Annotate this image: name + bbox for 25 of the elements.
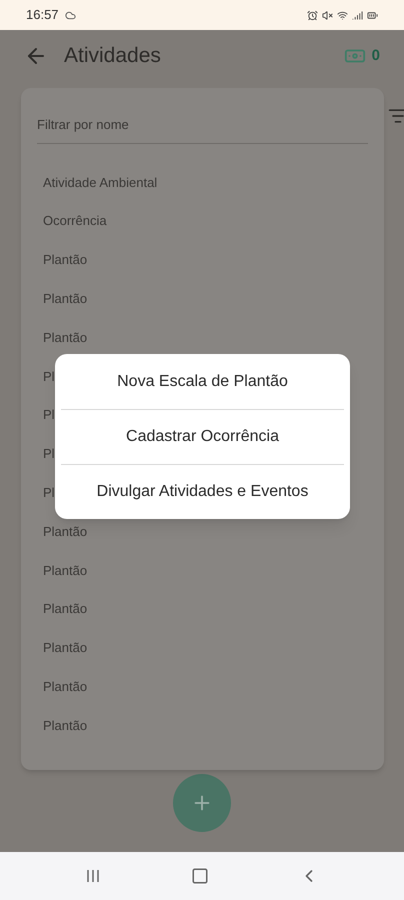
home-icon[interactable] [191, 867, 209, 885]
alarm-icon [307, 10, 318, 20]
dialog-option[interactable]: Nova Escala de Plantão [61, 354, 344, 409]
activity-item[interactable]: Atividade Ambiental [21, 163, 384, 202]
activity-item[interactable]: Plantão [21, 318, 384, 357]
battery-icon [367, 10, 378, 20]
activity-item[interactable]: Plantão [21, 706, 384, 745]
mute-icon [322, 10, 333, 20]
page-title: Atividades [64, 43, 161, 70]
activity-item[interactable]: Plantão [21, 279, 384, 318]
clock: 16:57 [26, 6, 59, 24]
recent-apps-icon[interactable] [85, 869, 101, 883]
activity-item[interactable]: Plantão [21, 550, 384, 590]
activity-item[interactable]: Plantão [21, 667, 384, 706]
cloud-icon [64, 10, 76, 20]
signal-icon [352, 10, 363, 20]
dialog-option[interactable]: Divulgar Atividades e Eventos [61, 464, 344, 519]
wifi-icon [337, 10, 348, 20]
activity-item[interactable]: Plantão [21, 628, 384, 668]
filter-field[interactable]: Filtrar por nome [37, 106, 368, 144]
dialog-option[interactable]: Cadastrar Ocorrência [61, 409, 344, 464]
counter: 0 [372, 46, 380, 66]
activity-item[interactable]: Plantão [21, 240, 384, 280]
activity-item[interactable]: Ocorrência [21, 202, 384, 241]
activity-item[interactable]: Plantão [21, 590, 384, 629]
